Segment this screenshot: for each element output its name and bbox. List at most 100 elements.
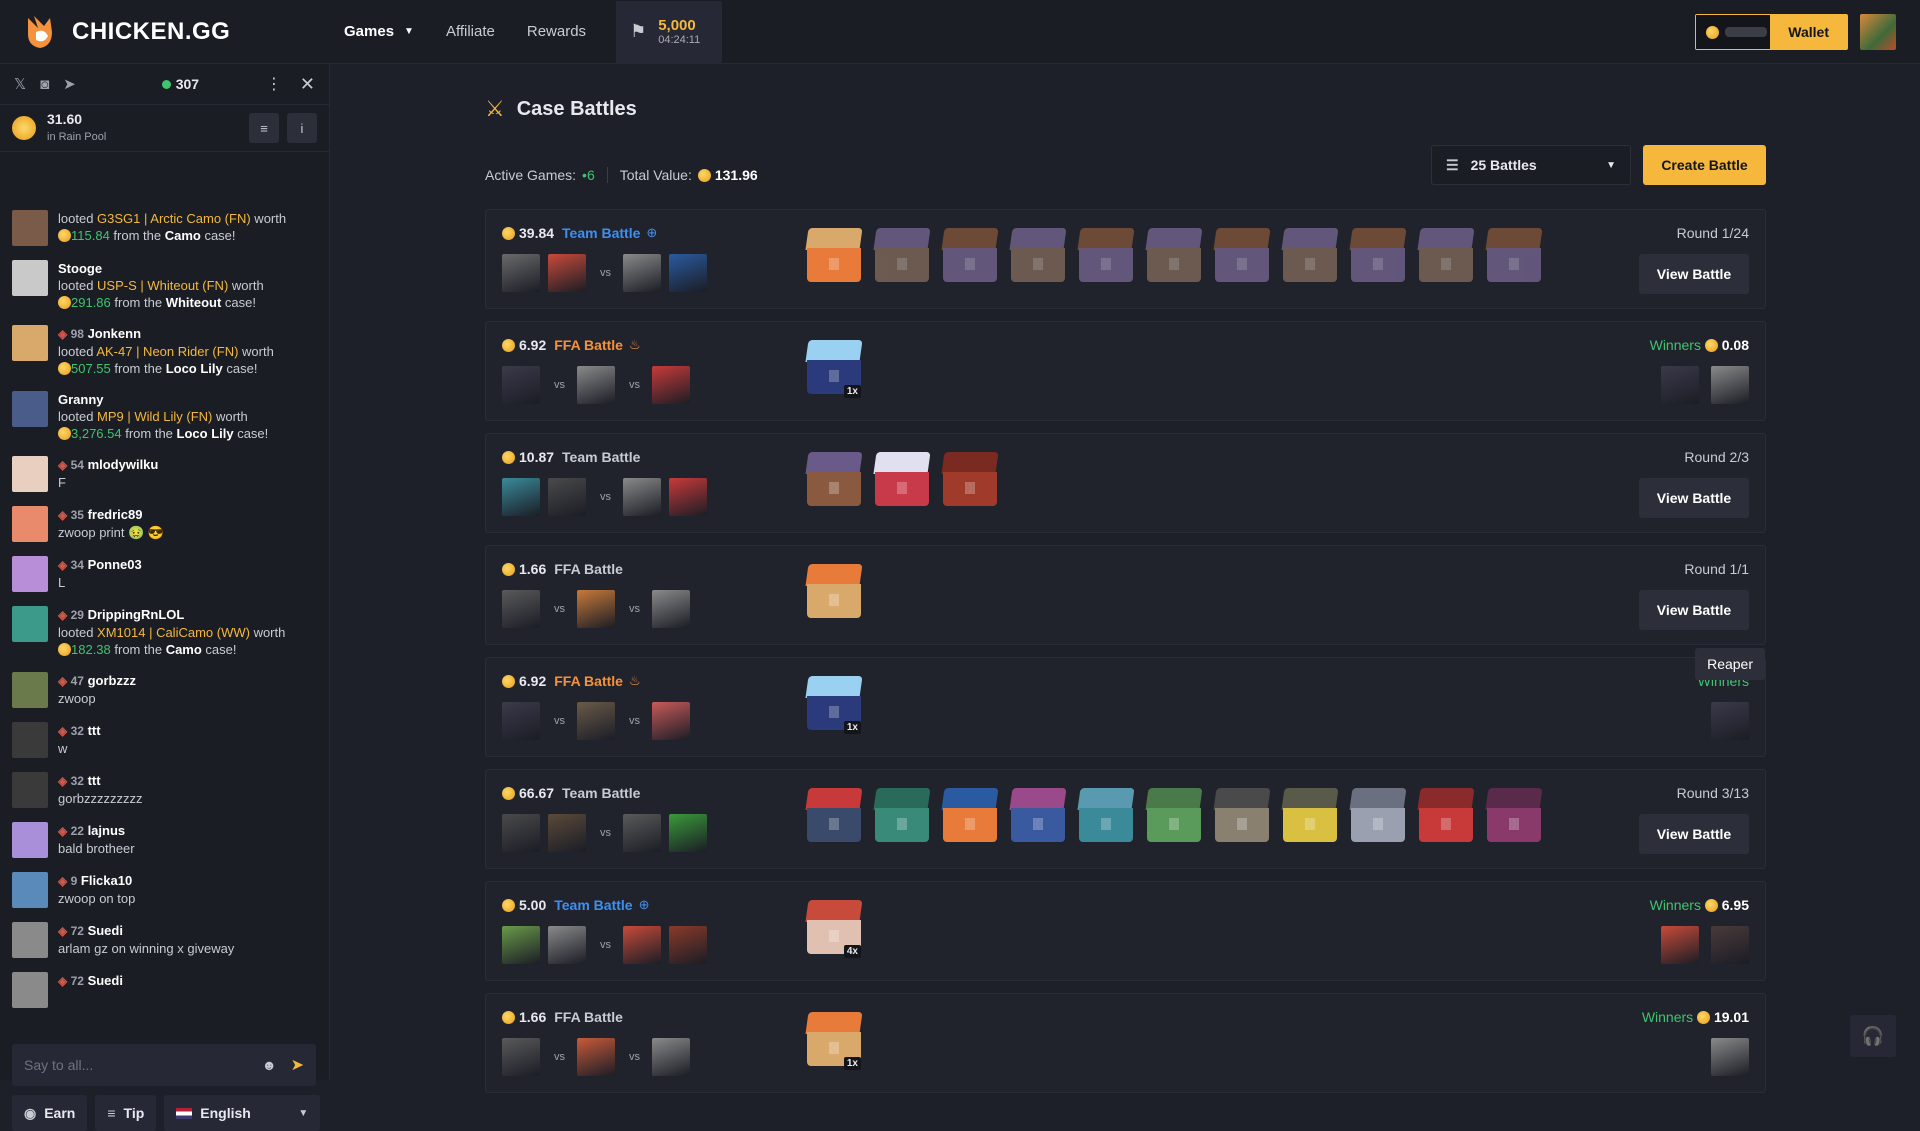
nav-rewards[interactable]: Rewards [527,23,586,40]
player-avatar[interactable] [652,366,690,404]
chat-username[interactable]: mlodywilku [88,457,159,472]
send-icon[interactable]: ➤ [291,1055,304,1075]
close-icon[interactable]: ✕ [300,74,315,95]
chat-username[interactable]: fredric89 [88,507,143,522]
player-avatar[interactable] [669,814,707,852]
chat-avatar[interactable] [12,606,48,642]
view-battle-button[interactable]: View Battle [1639,478,1749,518]
chat-avatar[interactable] [12,556,48,592]
chat-avatar[interactable] [12,822,48,858]
chat-avatar[interactable] [12,210,48,246]
player-avatar[interactable] [502,702,540,740]
wallet[interactable]: Wallet [1695,14,1848,50]
discord-icon[interactable]: ◙ [40,76,49,93]
chat-avatar[interactable] [12,872,48,908]
headset-icon[interactable]: 🎧 [1850,1015,1896,1057]
case-box [1215,808,1269,842]
player-avatar[interactable] [548,814,586,852]
chat-avatar[interactable] [12,722,48,758]
chat-username[interactable]: Granny [58,392,104,407]
player-avatar[interactable] [502,366,540,404]
chat-avatar[interactable] [12,506,48,542]
player-avatar[interactable] [652,590,690,628]
chat-username[interactable]: Ponne03 [88,557,142,572]
player-avatar[interactable] [548,926,586,964]
view-battle-button[interactable]: View Battle [1639,814,1749,854]
chat-username[interactable]: Flicka10 [81,873,132,888]
wallet-button[interactable]: Wallet [1770,15,1847,49]
stack-icon[interactable]: ≡ [249,113,279,143]
chat-username[interactable]: Suedi [88,923,123,938]
battles-filter[interactable]: ☰ 25 Battles ▼ [1431,145,1631,185]
x-icon[interactable]: 𝕏 [14,75,26,93]
player-avatar[interactable] [502,1038,540,1076]
chat-avatar[interactable] [12,391,48,427]
player-avatar[interactable] [502,254,540,292]
player-avatar[interactable] [623,926,661,964]
winner-avatar[interactable] [1711,702,1749,740]
chat-username[interactable]: ttt [88,773,101,788]
player-avatar[interactable] [577,702,615,740]
nav-games-label: Games [344,23,394,40]
chat-username[interactable]: lajnus [88,823,126,838]
player-avatar[interactable] [623,254,661,292]
info-icon[interactable]: i [287,113,317,143]
chat-avatar[interactable] [12,772,48,808]
chat-username[interactable]: gorbzzz [88,673,136,688]
vs-label: vs [629,715,640,727]
winner-avatar[interactable] [1661,926,1699,964]
battle-header: 6.92FFA Battle♨ [502,337,641,353]
player-avatar[interactable] [623,478,661,516]
chat-avatar[interactable] [12,456,48,492]
language-select[interactable]: English▼ [164,1095,320,1131]
chat-avatar[interactable] [12,672,48,708]
chat-username[interactable]: Suedi [88,973,123,988]
nav-games[interactable]: Games▼ [344,23,414,40]
logo[interactable]: CHICKEN.GG [24,14,344,50]
user-avatar[interactable] [1860,14,1896,50]
player-avatar[interactable] [502,590,540,628]
player-avatar[interactable] [577,1038,615,1076]
player-avatar[interactable] [577,590,615,628]
wallet-balance [1696,15,1770,49]
player-avatar[interactable] [669,254,707,292]
chat-avatar[interactable] [12,972,48,1008]
winner-avatar[interactable] [1711,926,1749,964]
winner-avatar[interactable] [1661,366,1699,404]
kebab-menu-icon[interactable]: ⋮ [266,74,282,94]
earn-button[interactable]: ◉Earn [12,1095,87,1131]
emoji-icon[interactable]: ☻ [262,1057,277,1073]
view-battle-button[interactable]: View Battle [1639,254,1749,294]
winner-avatar[interactable] [1711,1038,1749,1076]
player-avatar[interactable] [669,926,707,964]
chat-avatar[interactable] [12,922,48,958]
player-avatar[interactable] [548,478,586,516]
case-icon [871,222,933,286]
player-avatar[interactable] [577,366,615,404]
battle-round: Round 2/3 [1684,449,1749,465]
chat-username[interactable]: DrippingRnLOL [88,607,185,622]
create-battle-button[interactable]: Create Battle [1643,145,1766,185]
chat-username[interactable]: ttt [88,723,101,738]
player-avatar[interactable] [502,926,540,964]
player-avatar[interactable] [669,478,707,516]
player-avatar[interactable] [652,1038,690,1076]
player-avatar[interactable] [502,478,540,516]
player-avatar[interactable] [623,814,661,852]
player-avatar[interactable] [652,702,690,740]
chat-username[interactable]: Stooge [58,261,102,276]
view-battle-button[interactable]: View Battle [1639,590,1749,630]
race-event[interactable]: ⚑ 5,000 04:24:11 [616,1,722,63]
chat-username[interactable]: Jonkenn [88,326,141,341]
winners-value: 6.95 [1722,897,1749,913]
tip-button[interactable]: ≡Tip [95,1095,156,1131]
player-avatar[interactable] [548,254,586,292]
chat-avatar[interactable] [12,325,48,361]
player-avatar[interactable] [502,814,540,852]
nav-affiliate[interactable]: Affiliate [446,23,495,40]
winner-avatar[interactable] [1711,366,1749,404]
telegram-icon[interactable]: ➤ [63,75,76,93]
chat-avatar[interactable] [12,260,48,296]
chat-messages[interactable]: looted G3SG1 | Arctic Camo (FN) worth115… [0,210,330,1022]
case-icon [871,446,933,510]
